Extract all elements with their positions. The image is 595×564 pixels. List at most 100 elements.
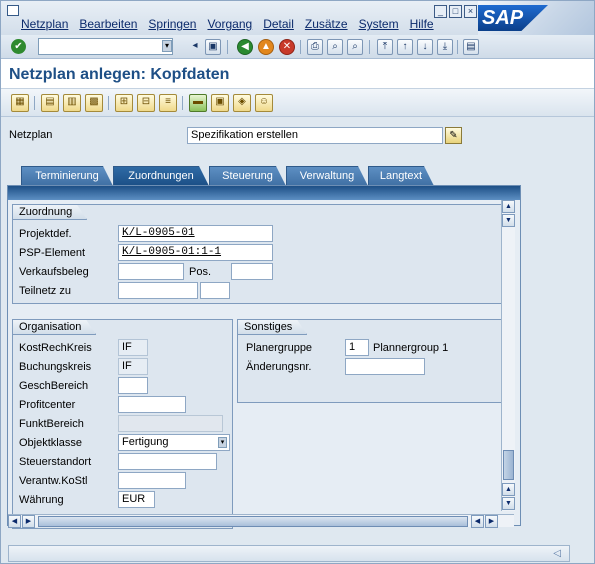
- person-icon[interactable]: ☺: [255, 94, 273, 112]
- menu-detail[interactable]: Detail: [263, 17, 294, 31]
- overview-icon[interactable]: ▦: [11, 94, 29, 112]
- scroll-right-button[interactable]: ▶: [485, 515, 498, 528]
- minimize-button[interactable]: _: [434, 5, 447, 18]
- menu-springen[interactable]: Springen: [148, 17, 196, 31]
- steuerstandort-field[interactable]: [118, 453, 217, 470]
- close-window-button[interactable]: ×: [464, 5, 477, 18]
- scroll-thumb[interactable]: [503, 450, 514, 480]
- psp-element-label: PSP-Element: [19, 247, 86, 259]
- scroll-up-step-button[interactable]: ▼: [502, 214, 515, 227]
- system-menu-icon[interactable]: [7, 5, 19, 16]
- find-icon[interactable]: ⌕: [327, 39, 343, 55]
- pos-field[interactable]: [231, 263, 273, 280]
- table-icon[interactable]: ▥: [63, 94, 81, 112]
- menu-zusaetze[interactable]: Zusätze: [305, 17, 348, 31]
- aenderungsnr-field[interactable]: [345, 358, 425, 375]
- buchungskreis-field: IF: [118, 358, 148, 375]
- network-icon[interactable]: ⊟: [137, 94, 155, 112]
- group-title-zuordnung: Zuordnung: [13, 205, 87, 220]
- tab-zuordnungen[interactable]: Zuordnungen: [113, 166, 209, 186]
- tab-panel: Zuordnung Projektdef. K/L-0905-01 PSP-El…: [7, 185, 521, 529]
- profitcenter-field[interactable]: [118, 396, 186, 413]
- title-bar: Netzplan anlegen: Kopfdaten: [1, 59, 594, 89]
- menu-hilfe[interactable]: Hilfe: [410, 17, 434, 31]
- previous-page-icon[interactable]: ↑: [397, 39, 413, 55]
- verantw-kostl-field[interactable]: [118, 472, 186, 489]
- vertical-scrollbar[interactable]: ▲ ▼ ▲ ▼: [501, 200, 515, 511]
- cancel-icon[interactable]: ✕: [279, 39, 295, 55]
- create-session-icon[interactable]: ▤: [463, 39, 479, 55]
- projektdef-field[interactable]: K/L-0905-01: [118, 225, 273, 242]
- toolbar-separator: [34, 96, 35, 110]
- tab-verwaltung[interactable]: Verwaltung: [286, 166, 368, 186]
- scroll-down-step-button[interactable]: ▲: [502, 483, 515, 496]
- next-page-icon[interactable]: ↓: [417, 39, 433, 55]
- print-icon[interactable]: ⎙: [307, 39, 323, 55]
- command-history-icon[interactable]: ▾: [162, 40, 172, 52]
- enter-check-icon[interactable]: ✔: [11, 39, 26, 54]
- scroll-left-step-button[interactable]: ▶: [22, 515, 35, 528]
- menu-system[interactable]: System: [359, 17, 399, 31]
- objektklasse-value: Fertigung: [122, 436, 169, 448]
- sap-logo: SAP: [478, 1, 594, 35]
- verkaufsbeleg-field[interactable]: [118, 263, 184, 280]
- projektdef-label: Projektdef.: [19, 228, 72, 240]
- status-bar: ◁: [1, 543, 594, 563]
- scroll-down-button[interactable]: ▼: [502, 497, 515, 510]
- aenderungsnr-label: Änderungsnr.: [246, 361, 312, 373]
- back-arrow-small-icon[interactable]: ◂: [187, 39, 203, 55]
- menu-bearbeiten[interactable]: Bearbeiten: [79, 17, 137, 31]
- tab-steuerung[interactable]: Steuerung: [209, 166, 286, 186]
- edit-note-icon[interactable]: ✎: [445, 127, 462, 144]
- planergruppe-text: Plannergroup 1: [373, 342, 449, 354]
- geschbereich-field[interactable]: [118, 377, 148, 394]
- header-icon[interactable]: ▤: [41, 94, 59, 112]
- teilnetz-field-2[interactable]: [200, 282, 230, 299]
- back-icon[interactable]: ◀: [237, 39, 253, 55]
- first-page-icon[interactable]: ⤒: [377, 39, 393, 55]
- group-zuordnung: Zuordnung Projektdef. K/L-0905-01 PSP-El…: [12, 204, 502, 304]
- component-icon[interactable]: ▣: [211, 94, 229, 112]
- last-page-icon[interactable]: ⤓: [437, 39, 453, 55]
- group-title-organisation: Organisation: [13, 320, 96, 335]
- netzplan-field[interactable]: Spezifikation erstellen: [187, 127, 443, 144]
- funktbereich-field: [118, 415, 223, 432]
- profitcenter-label: Profitcenter: [19, 399, 76, 411]
- scroll-right-step-button[interactable]: ◀: [471, 515, 484, 528]
- funktbereich-label: FunktBereich: [19, 418, 84, 430]
- verantw-kostl-label: Verantw.KoStl: [19, 475, 88, 487]
- dropdown-icon[interactable]: ▾: [218, 437, 227, 448]
- scroll-left-button[interactable]: ◀: [8, 515, 21, 528]
- group-title-sonstiges: Sonstiges: [238, 320, 307, 335]
- maximize-button[interactable]: □: [449, 5, 462, 18]
- milestone-icon[interactable]: ◈: [233, 94, 251, 112]
- command-field[interactable]: [38, 38, 173, 55]
- find-next-icon[interactable]: ⌕: [347, 39, 363, 55]
- menu-netzplan[interactable]: Netzplan: [21, 17, 68, 31]
- toolbar-separator: [369, 40, 370, 54]
- status-collapse-icon[interactable]: ◁: [553, 548, 561, 559]
- tab-terminierung[interactable]: Terminierung: [21, 166, 113, 186]
- graphic-icon[interactable]: ▩: [85, 94, 103, 112]
- scroll-up-button[interactable]: ▲: [502, 200, 515, 213]
- waehrung-field[interactable]: EUR: [118, 491, 155, 508]
- horizontal-scroll-thumb[interactable]: [38, 516, 468, 527]
- structure-icon[interactable]: ⊞: [115, 94, 133, 112]
- tab-langtext[interactable]: Langtext: [368, 166, 434, 186]
- hierarchy-icon[interactable]: ≡: [159, 94, 177, 112]
- teilnetz-field[interactable]: [118, 282, 198, 299]
- netzplan-label: Netzplan: [9, 129, 53, 141]
- planergruppe-field[interactable]: 1: [345, 339, 369, 356]
- objektklasse-select[interactable]: Fertigung ▾: [118, 434, 230, 451]
- psp-element-field[interactable]: K/L-0905-01:1-1: [118, 244, 273, 261]
- save-icon[interactable]: ▣: [205, 39, 221, 55]
- sap-window: Netzplan Bearbeiten Springen Vorgang Det…: [0, 0, 595, 564]
- activity-icon[interactable]: ▬: [189, 94, 207, 112]
- menu-bar: Netzplan Bearbeiten Springen Vorgang Det…: [1, 1, 594, 35]
- exit-icon[interactable]: ▲: [258, 39, 274, 55]
- horizontal-scrollbar[interactable]: ◀ ▶ ◀ ▶: [8, 514, 514, 528]
- toolbar-separator: [457, 40, 458, 54]
- verkaufsbeleg-label: Verkaufsbeleg: [19, 266, 89, 278]
- menu-vorgang[interactable]: Vorgang: [207, 17, 252, 31]
- application-toolbar: ▦ ▤ ▥ ▩ ⊞ ⊟ ≡ ▬ ▣ ◈ ☺: [1, 89, 594, 117]
